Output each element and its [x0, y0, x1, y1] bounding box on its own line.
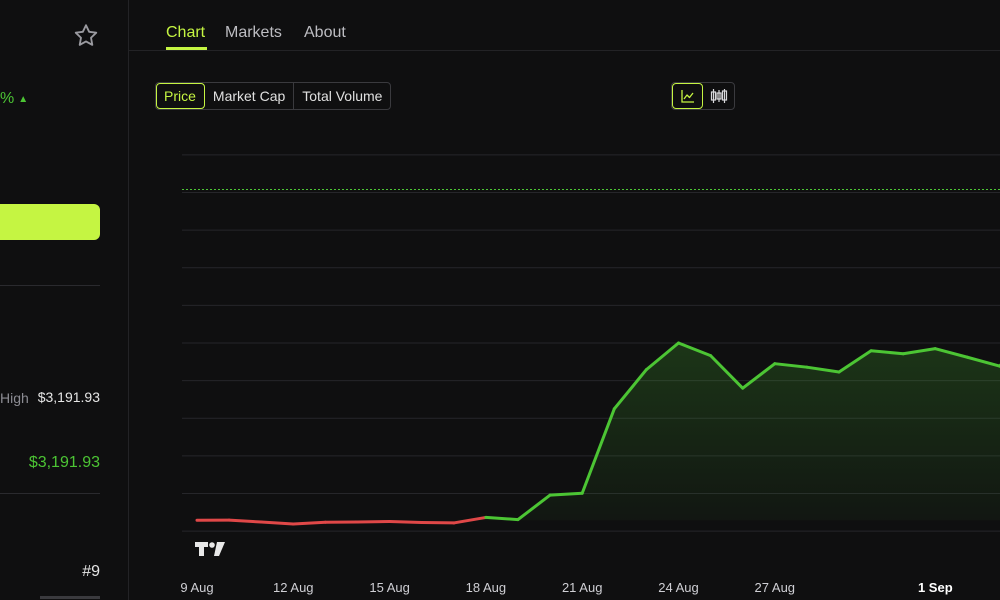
price-chart[interactable]: 9 Aug 12 Aug 15 Aug 18 Aug 21 Aug 24 Aug 27 Au… [0, 0, 1000, 600]
price-line-segment [388, 519, 424, 525]
x-tick-label: 27 Aug [755, 580, 796, 595]
price-line-segment [227, 518, 263, 524]
price-line-segment [356, 519, 392, 524]
price-line-segment [291, 520, 327, 526]
price-line-segment [548, 491, 584, 497]
x-tick-label: 12 Aug [273, 580, 314, 595]
price-area-fill [197, 343, 1000, 521]
x-tick-label: 1 Sep [918, 580, 953, 595]
x-tick-label: 21 Aug [562, 580, 603, 595]
tradingview-logo-icon [195, 542, 225, 556]
x-tick-label: 15 Aug [369, 580, 410, 595]
x-tick-label: 24 Aug [658, 580, 699, 595]
x-tick-label: 18 Aug [466, 580, 507, 595]
x-axis: 9 Aug 12 Aug 15 Aug 18 Aug 21 Aug 24 Aug 27 Au… [180, 580, 952, 595]
price-line-segment [259, 520, 295, 526]
x-tick-label: 9 Aug [180, 580, 213, 595]
